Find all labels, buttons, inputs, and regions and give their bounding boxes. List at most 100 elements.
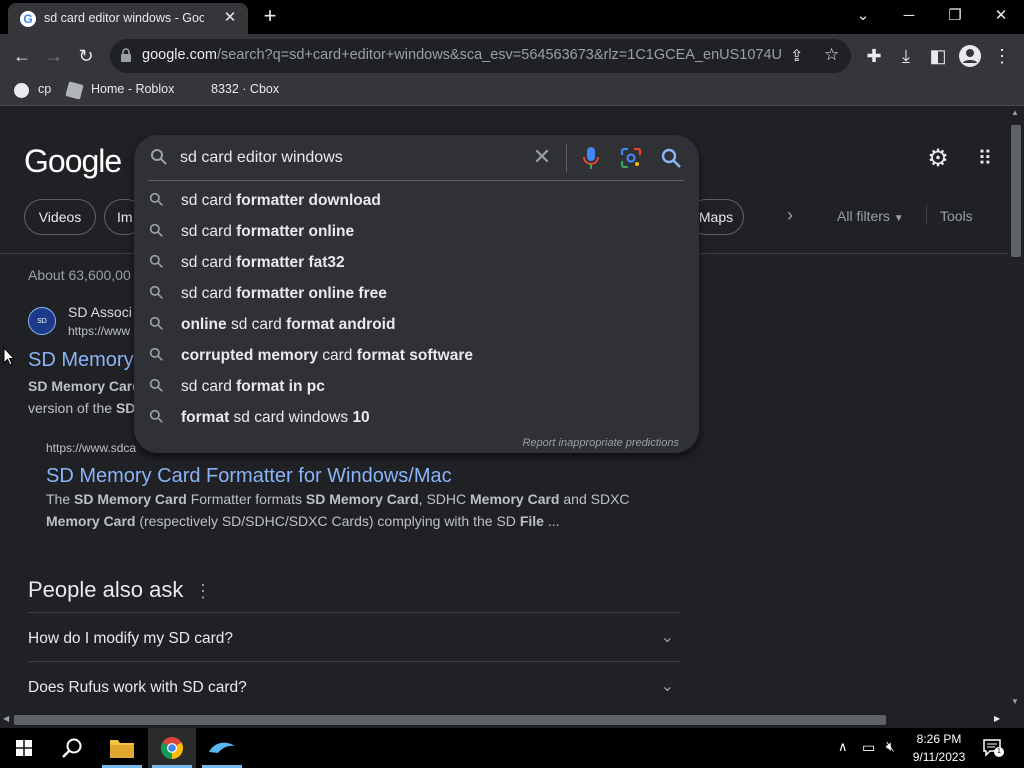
apps-grid-icon[interactable]: ⠿ xyxy=(970,145,998,173)
person-icon xyxy=(963,49,977,63)
sitelink-snippet-line1: The SD Memory Card Formatter formats SD … xyxy=(46,491,630,507)
snippet-text: version of the xyxy=(28,400,116,416)
paa-question-text: How do I modify my SD card? xyxy=(28,630,234,647)
sd-association-site-icon: SD xyxy=(28,307,56,335)
network-icon[interactable]: ▭ xyxy=(862,739,875,756)
snippet-bold: SD Memory Card xyxy=(305,491,419,507)
suggestion-bold-text: formatter online xyxy=(236,223,355,240)
search-suggestion[interactable]: sd card formatter online xyxy=(134,216,699,247)
forward-button[interactable]: → xyxy=(41,43,67,69)
result-title-link[interactable]: SD Memory xyxy=(28,349,134,372)
scroll-up-arrow-icon[interactable]: ▲ xyxy=(1011,108,1019,117)
chips-next-chevron-icon[interactable]: › xyxy=(787,205,793,226)
suggestion-plain-text: sd card xyxy=(181,378,237,395)
close-tab-icon[interactable]: ✕ xyxy=(220,8,240,28)
suggestion-label: sd card formatter online xyxy=(181,223,354,241)
url-path: /search?q=sd+card+editor+windows&sca_esv… xyxy=(216,47,782,63)
show-hidden-icons-chevron-icon[interactable]: ∧ xyxy=(838,739,848,755)
browser-tab[interactable]: G sd card editor windows - Google ✕ xyxy=(8,3,248,34)
result-site-name[interactable]: SD Associ xyxy=(68,304,132,320)
search-suggestion[interactable]: sd card formatter online free xyxy=(134,278,699,309)
all-filters-label: All filters xyxy=(837,208,890,224)
sitelink-url[interactable]: https://www.sdca xyxy=(46,441,136,455)
lock-icon xyxy=(121,48,131,62)
bookmark-roblox[interactable]: Home - Roblox xyxy=(91,82,174,96)
tab-search-icon[interactable]: ⌄ xyxy=(848,4,878,28)
browser-toolbar: ← → ↻ google.com/search?q=sd+card+editor… xyxy=(0,34,1024,76)
search-icon xyxy=(149,409,163,423)
suggestion-plain-text: sd card xyxy=(181,254,237,271)
paa-question[interactable]: Does Rufus work with SD card? ⌄ xyxy=(28,661,680,710)
tools-button[interactable]: Tools xyxy=(940,208,973,224)
suggestion-plain-text: sd card xyxy=(226,316,287,333)
notifications-button[interactable]: 1 xyxy=(982,737,1004,757)
vertical-scroll-thumb[interactable] xyxy=(1011,125,1021,257)
scroll-down-arrow-icon[interactable]: ▼ xyxy=(1011,697,1019,706)
google-lens-icon[interactable] xyxy=(620,147,642,169)
share-icon[interactable]: ⇪ xyxy=(790,46,803,66)
new-tab-button[interactable]: + xyxy=(258,4,282,28)
search-suggestion[interactable]: online sd card format android xyxy=(134,309,699,340)
search-suggestion[interactable]: sd card formatter fat32 xyxy=(134,247,699,278)
suggestion-plain-text: sd card xyxy=(181,285,237,302)
download-icon[interactable]: ⤓ xyxy=(893,43,919,69)
report-predictions-link[interactable]: Report inappropriate predictions xyxy=(522,437,679,449)
dolphin-app-button[interactable] xyxy=(198,728,246,768)
extensions-icon[interactable]: ✚ xyxy=(861,43,887,69)
bookmark-cbox[interactable]: 8332 · Cbox xyxy=(211,82,279,96)
more-options-icon[interactable]: ⋮ xyxy=(194,581,212,602)
url-text: google.com/search?q=sd+card+editor+windo… xyxy=(142,47,782,63)
clock-date: 9/11/2023 xyxy=(912,750,966,764)
minimize-button[interactable]: ─ xyxy=(894,4,924,28)
clock[interactable]: 8:26 PM 9/11/2023 xyxy=(906,730,972,766)
menu-dots-icon[interactable]: ⋮ xyxy=(989,43,1015,69)
scroll-right-arrow-icon[interactable]: ▶ xyxy=(994,714,1000,723)
bookmarks-bar: cp Home - Roblox 8332 · Cbox xyxy=(0,76,1024,106)
search-input[interactable]: sd card editor windows xyxy=(180,149,343,167)
back-button[interactable]: ← xyxy=(9,43,35,69)
search-icon xyxy=(149,192,163,206)
chevron-down-icon: ⌄ xyxy=(660,678,674,695)
chip-videos[interactable]: Videos xyxy=(24,199,96,235)
suggestion-plain-text: card xyxy=(317,347,357,364)
start-button[interactable] xyxy=(0,728,48,768)
address-bar[interactable]: google.com/search?q=sd+card+editor+windo… xyxy=(110,39,851,73)
suggestion-bold-text: corrupted memory xyxy=(181,347,318,364)
sitelink-title-link[interactable]: SD Memory Card Formatter for Windows/Mac xyxy=(46,465,452,488)
suggestion-label: corrupted memory card format software xyxy=(181,347,473,365)
result-snippet-line2: version of the SD xyxy=(28,400,135,416)
paa-question[interactable]: How do I modify my SD card? ⌄ xyxy=(28,612,680,661)
close-window-button[interactable]: ✕ xyxy=(986,4,1016,28)
file-explorer-button[interactable] xyxy=(98,728,146,768)
search-icon xyxy=(151,149,167,165)
search-suggestion[interactable]: sd card formatter download xyxy=(134,185,699,216)
side-panel-icon[interactable]: ◧ xyxy=(925,43,951,69)
taskbar-search-button[interactable] xyxy=(48,728,96,768)
suggestion-bold-text: format android xyxy=(286,316,396,333)
search-suggestion[interactable]: corrupted memory card format software xyxy=(134,340,699,371)
clear-search-icon[interactable]: ✕ xyxy=(530,145,554,169)
voice-search-mic-icon[interactable] xyxy=(582,146,600,170)
search-suggestion[interactable]: sd card format in pc xyxy=(134,371,699,402)
horizontal-scroll-thumb[interactable] xyxy=(14,715,886,725)
bookmark-cp[interactable]: cp xyxy=(38,82,51,96)
reload-button[interactable]: ↻ xyxy=(73,43,99,69)
chevron-down-icon: ⌄ xyxy=(660,629,674,646)
result-site-url[interactable]: https://www xyxy=(68,324,130,338)
volume-muted-icon[interactable]: 🔇︎ xyxy=(886,738,895,755)
clock-time: 8:26 PM xyxy=(916,732,962,746)
search-submit-icon[interactable] xyxy=(660,147,682,169)
restore-button[interactable]: ❐ xyxy=(940,4,970,28)
all-filters-button[interactable]: All filters ▼ xyxy=(837,208,904,224)
snippet-text: ... xyxy=(543,513,560,529)
search-suggestion[interactable]: format sd card windows 10 xyxy=(134,402,699,433)
suggestion-bold-text: online xyxy=(181,316,227,333)
bookmark-star-icon[interactable]: ☆ xyxy=(824,45,839,65)
suggestion-bold-text: format software xyxy=(356,347,473,364)
profile-avatar[interactable] xyxy=(959,45,981,67)
chrome-taskbar-button[interactable] xyxy=(148,728,196,768)
suggestion-label: sd card formatter online free xyxy=(181,285,387,303)
google-logo[interactable]: Google xyxy=(24,143,122,180)
settings-gear-icon[interactable]: ⚙ xyxy=(924,145,952,173)
scroll-left-arrow-icon[interactable]: ◀ xyxy=(3,714,9,723)
